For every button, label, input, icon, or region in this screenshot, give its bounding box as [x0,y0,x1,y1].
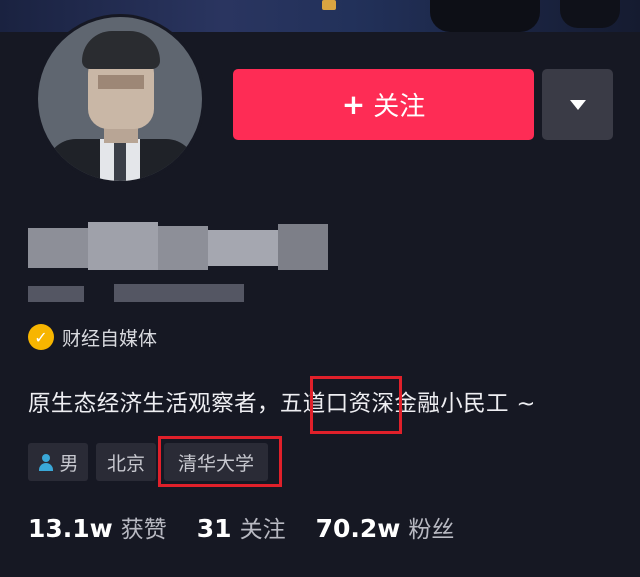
highlight-box-bio [310,376,402,434]
tag-gender[interactable]: 男 [28,443,88,481]
followers-label[interactable]: 粉丝 [408,510,454,544]
more-options-button[interactable] [542,69,613,140]
profile-stats: 13.1w 获赞 31 关注 70.2w 粉丝 [28,510,484,544]
highlight-box-school [158,436,282,487]
likes-count[interactable]: 13.1w [28,514,113,543]
user-id-blurred [28,284,248,304]
username-blurred [28,222,328,272]
person-icon [37,453,55,471]
following-count[interactable]: 31 [197,514,232,543]
caret-down-icon [569,99,586,110]
verification-label: 财经自媒体 [62,327,158,350]
verification-badge: ✓ 财经自媒体 [28,322,157,352]
plus-icon: + [341,88,366,121]
following-label[interactable]: 关注 [240,510,286,544]
likes-label[interactable]: 获赞 [121,510,167,544]
bio-text: 原生态经济生活观察者，五道口资深金融小民工 ~ [28,386,536,418]
tag-location[interactable]: 北京 [96,443,156,481]
verified-check-icon: ✓ [28,324,54,350]
follow-button[interactable]: + 关注 [233,69,534,140]
follow-button-label: 关注 [373,92,426,122]
followers-count[interactable]: 70.2w [316,514,401,543]
bio-before: 原生态经济生活观察者， [28,391,280,417]
tag-gender-label: 男 [59,452,79,475]
avatar[interactable] [38,17,202,181]
tag-location-label: 北京 [106,452,145,475]
